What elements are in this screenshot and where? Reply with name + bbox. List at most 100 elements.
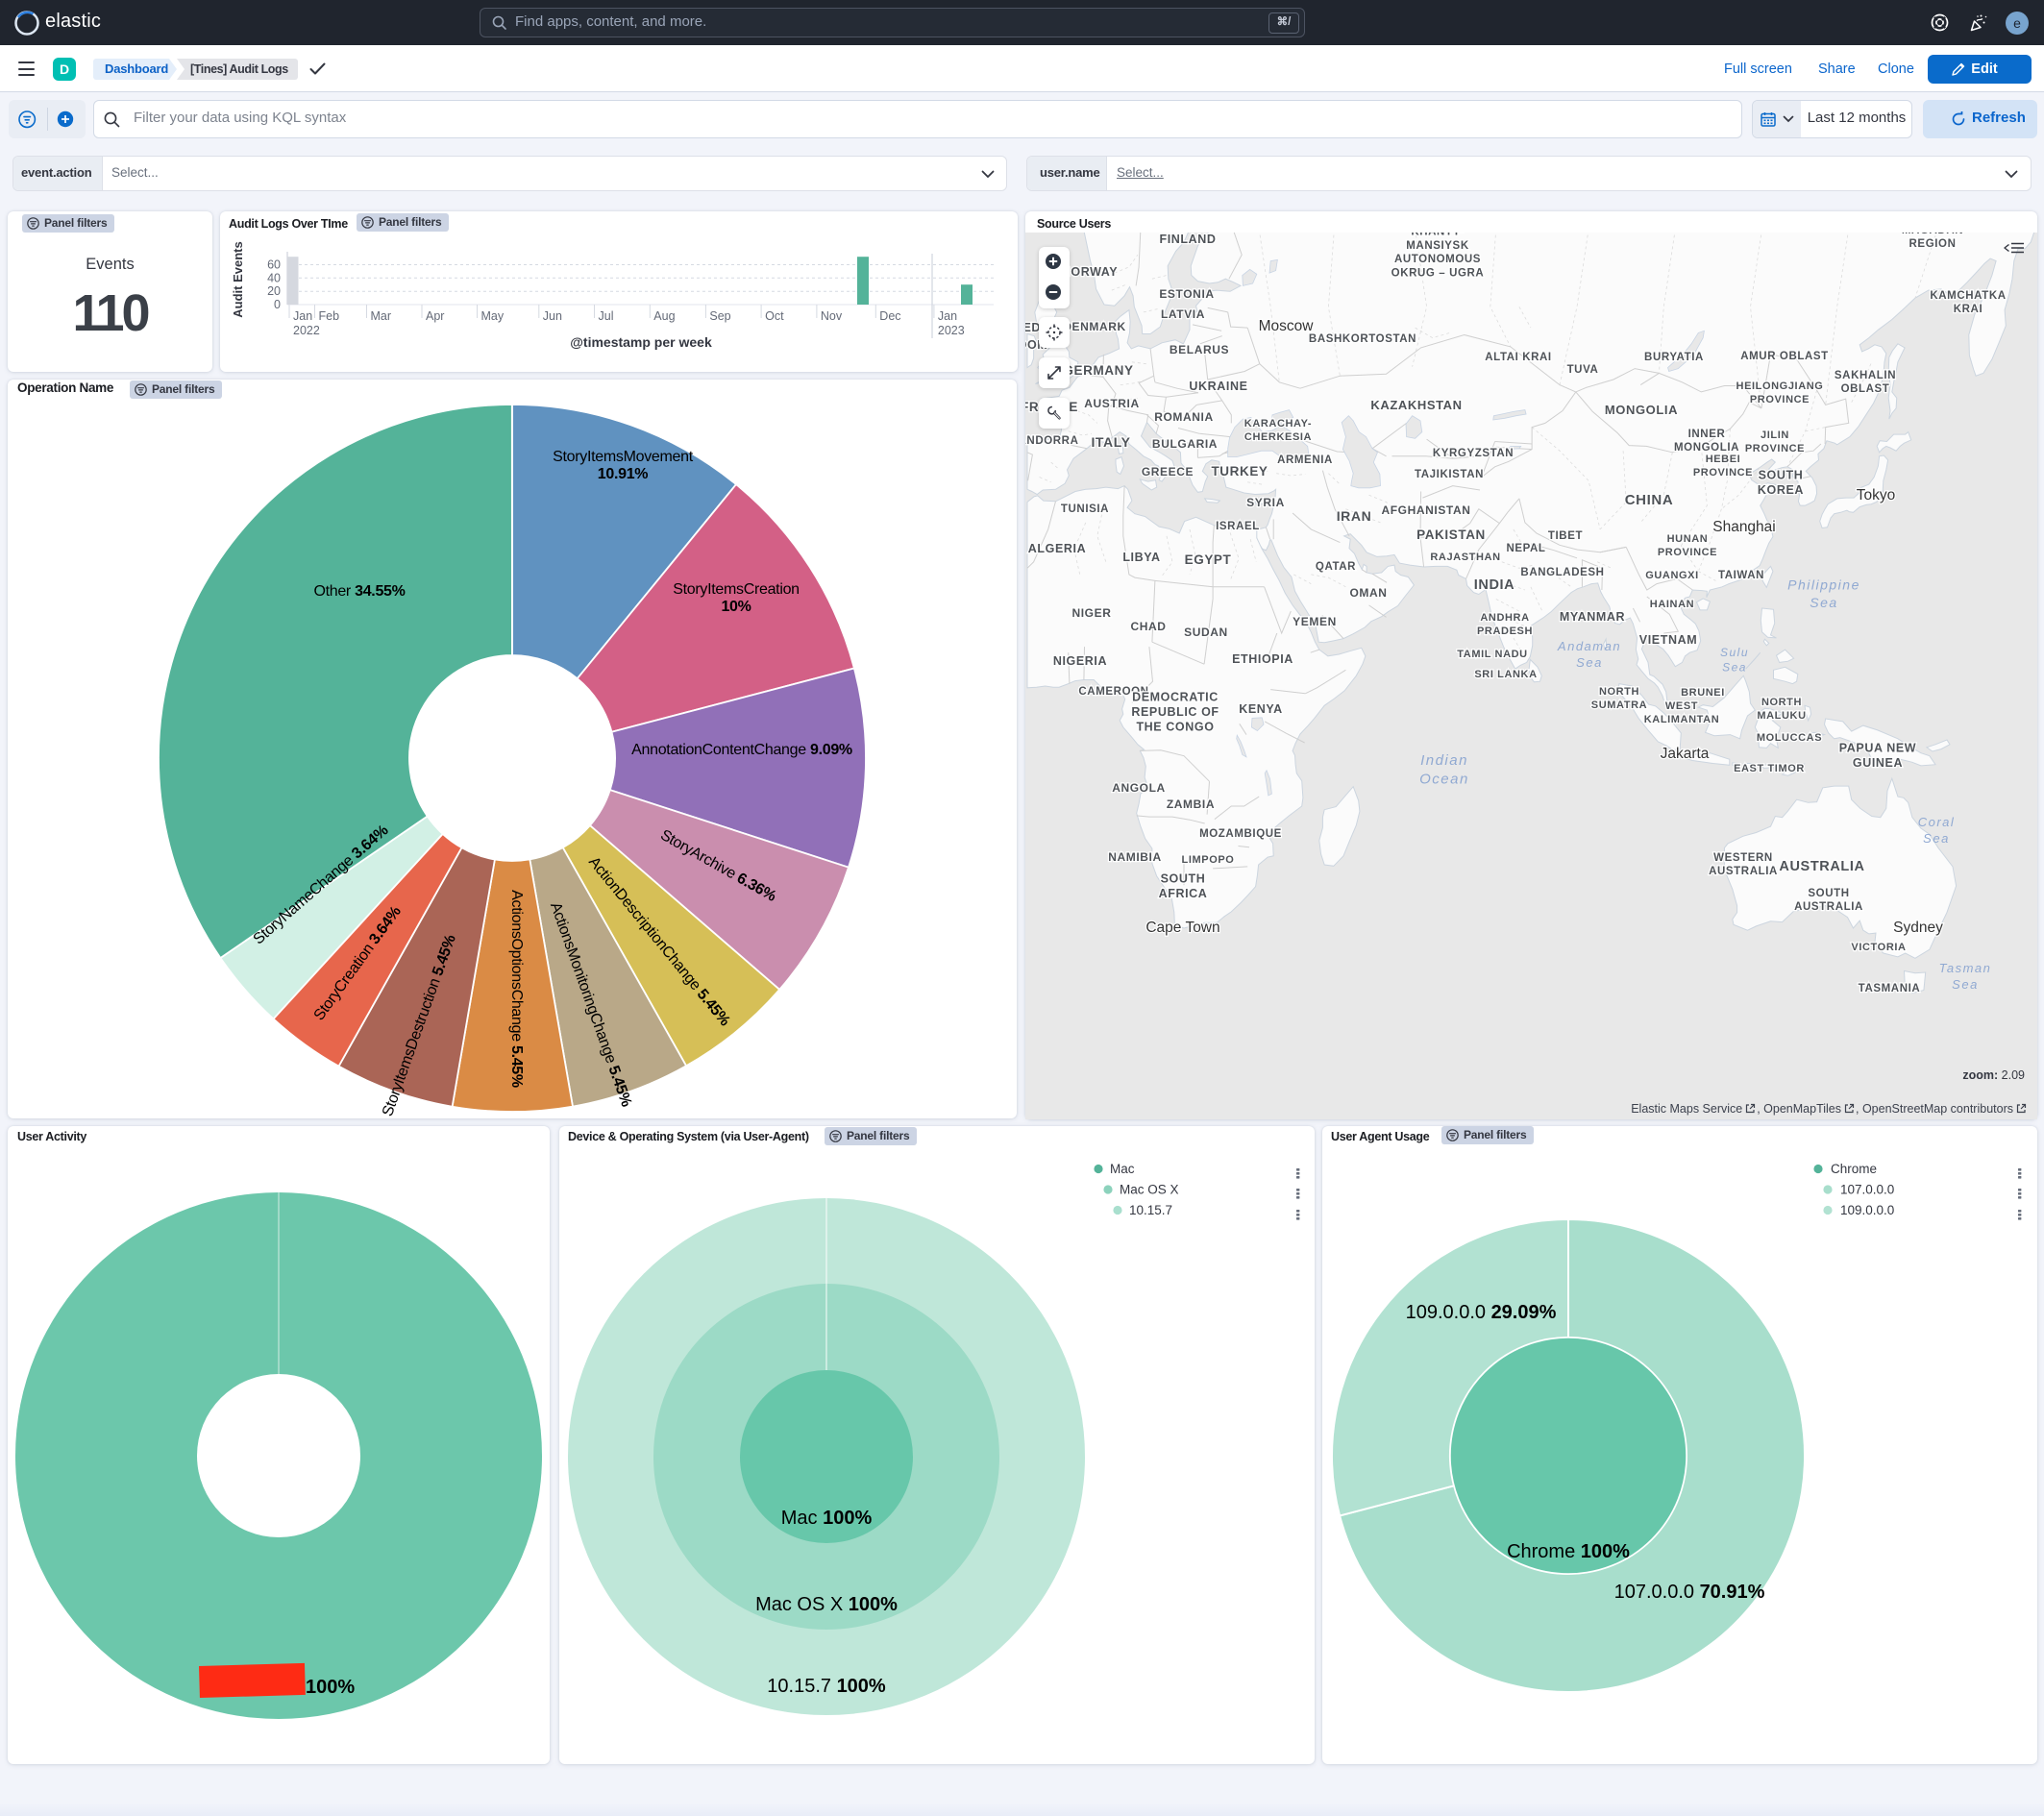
svg-text:OMAN: OMAN (1349, 586, 1387, 600)
svg-text:SOUTHKOREA: SOUTHKOREA (1758, 468, 1804, 497)
svg-text:Dec: Dec (879, 309, 900, 323)
svg-text:Other 34.55%: Other 34.55% (313, 583, 405, 600)
svg-text:Apr: Apr (426, 309, 444, 323)
svg-text:BANGLADESH: BANGLADESH (1520, 567, 1604, 578)
svg-text:@timestamp per week: @timestamp per week (570, 334, 712, 350)
svg-text:SOUTHAFRICA: SOUTHAFRICA (1159, 871, 1208, 900)
svg-text:AMUR OBLAST: AMUR OBLAST (1740, 351, 1829, 362)
svg-text:DEMOCRATICREPUBLIC OFTHE CONGO: DEMOCRATICREPUBLIC OFTHE CONGO (1131, 691, 1219, 734)
svg-text:BULGARIA: BULGARIA (1152, 437, 1218, 451)
svg-text:LATVIA: LATVIA (1161, 307, 1205, 321)
svg-text:GREECE: GREECE (1142, 465, 1194, 479)
svg-text:KENYA: KENYA (1239, 702, 1283, 716)
svg-text:Mac OS X 100%: Mac OS X 100% (755, 1594, 898, 1615)
svg-text:CHAD: CHAD (1130, 620, 1166, 633)
svg-text:TUVA: TUVA (1567, 364, 1599, 376)
svg-text:NEPAL: NEPAL (1506, 543, 1545, 554)
svg-text:Tokyo: Tokyo (1857, 487, 1896, 503)
svg-text:BURYATIA: BURYATIA (1644, 352, 1704, 363)
svg-text:BELARUS: BELARUS (1170, 343, 1229, 356)
svg-text:AFGHANISTAN: AFGHANISTAN (1381, 503, 1470, 517)
svg-text:Mar: Mar (371, 309, 392, 323)
svg-text:ESTONIA: ESTONIA (1159, 287, 1214, 301)
svg-text:MOLUCCAS: MOLUCCAS (1757, 732, 1822, 744)
svg-text:ARMENIA: ARMENIA (1277, 454, 1333, 466)
svg-text:LIMPOPO: LIMPOPO (1182, 854, 1235, 866)
svg-text:10.15.7 100%: 10.15.7 100% (767, 1676, 886, 1697)
svg-text:40: 40 (267, 271, 281, 284)
svg-text:UKRAINE: UKRAINE (1189, 380, 1247, 393)
svg-text:SuluSea: SuluSea (1720, 646, 1749, 675)
svg-text:AUSTRIA: AUSTRIA (1084, 397, 1140, 410)
svg-text:ROMANIA: ROMANIA (1154, 410, 1214, 424)
svg-text:DENMARK: DENMARK (1063, 320, 1126, 333)
svg-text:AnnotationContentChange 9.09%: AnnotationContentChange 9.09% (631, 742, 852, 758)
svg-text:GUANGXI: GUANGXI (1645, 570, 1699, 581)
svg-text:100%: 100% (306, 1677, 355, 1698)
svg-text:VIETNAM: VIETNAM (1639, 633, 1697, 647)
svg-text:Jan: Jan (938, 309, 957, 323)
svg-text:TUNISIA: TUNISIA (1061, 503, 1109, 515)
svg-text:BRUNEI: BRUNEI (1681, 687, 1725, 699)
svg-text:ALGERIA: ALGERIA (1028, 542, 1086, 555)
svg-text:EGYPT: EGYPT (1185, 552, 1232, 567)
svg-text:Cape Town: Cape Town (1145, 920, 1219, 936)
svg-text:CHINA: CHINA (1625, 492, 1674, 508)
svg-text:zoom: 2.09: zoom: 2.09 (1962, 1068, 2025, 1082)
svg-text:BASHKORTOSTAN: BASHKORTOSTAN (1309, 333, 1416, 345)
svg-text:MONGOLIA: MONGOLIA (1605, 403, 1678, 417)
svg-text:109.0.0.0: 109.0.0.0 (1840, 1203, 1894, 1217)
svg-text:Chrome 100%: Chrome 100% (1507, 1541, 1630, 1562)
svg-text:PAKISTAN: PAKISTAN (1416, 528, 1486, 542)
svg-text:AUSTRALIA: AUSTRALIA (1779, 859, 1864, 874)
svg-text:YEMEN: YEMEN (1293, 615, 1337, 628)
svg-text:ANDORRA: ANDORRA (1025, 435, 1078, 447)
svg-text:KAZAKHSTAN: KAZAKHSTAN (1370, 398, 1462, 412)
svg-text:KOMI: KOMI (1337, 218, 1367, 230)
svg-text:Oct: Oct (765, 309, 784, 323)
svg-text:Jul: Jul (599, 309, 614, 323)
svg-text:Feb: Feb (319, 309, 340, 323)
svg-text:Shanghai: Shanghai (1712, 519, 1776, 535)
svg-text:ANDHRAPRADESH: ANDHRAPRADESH (1477, 612, 1533, 637)
svg-text:FINLAND: FINLAND (1159, 233, 1216, 246)
svg-text:NAMIBIA: NAMIBIA (1108, 850, 1162, 864)
svg-text:NIGER: NIGER (1071, 606, 1111, 620)
svg-text:TAMIL NADU: TAMIL NADU (1457, 649, 1527, 660)
svg-text:MYANMAR: MYANMAR (1560, 610, 1625, 624)
svg-text:Jun: Jun (543, 309, 562, 323)
svg-text:LIBYA: LIBYA (1122, 551, 1160, 564)
svg-text:Mac: Mac (1110, 1162, 1135, 1176)
svg-text:Chrome: Chrome (1831, 1162, 1877, 1176)
svg-text:NORWAY: NORWAY (1062, 265, 1119, 279)
svg-text:Mac 100%: Mac 100% (781, 1508, 873, 1529)
svg-text:NORTHMALUKU: NORTHMALUKU (1757, 697, 1806, 722)
svg-text:QATAR: QATAR (1316, 561, 1356, 573)
svg-text:ETHIOPIA: ETHIOPIA (1232, 652, 1293, 666)
svg-text:0: 0 (274, 298, 281, 311)
svg-text:2023: 2023 (938, 324, 965, 337)
svg-text:Aug: Aug (653, 309, 675, 323)
svg-text:Nov: Nov (821, 309, 843, 323)
svg-text:NORTHSUMATRA: NORTHSUMATRA (1591, 686, 1647, 711)
svg-text:2022: 2022 (293, 324, 320, 337)
svg-text:TIBET: TIBET (1548, 530, 1583, 542)
svg-text:Audit Events: Audit Events (231, 241, 245, 317)
svg-text:HAINAN: HAINAN (1650, 599, 1694, 610)
svg-text:Mac OS X: Mac OS X (1120, 1183, 1179, 1197)
svg-text:EAST TIMOR: EAST TIMOR (1734, 763, 1805, 774)
svg-text:Sydney: Sydney (1893, 920, 1943, 936)
svg-text:INDIA: INDIA (1474, 577, 1515, 593)
svg-text:SUDAN: SUDAN (1184, 626, 1228, 639)
svg-text:SRI LANKA: SRI LANKA (1474, 669, 1537, 680)
svg-text:SYRIA: SYRIA (1246, 496, 1285, 509)
svg-text:TASMANIA: TASMANIA (1859, 983, 1921, 994)
svg-text:TAJIKISTAN: TAJIKISTAN (1415, 469, 1484, 480)
svg-text:Moscow: Moscow (1259, 318, 1315, 334)
svg-text:ActionsOptionsChange 5.45%: ActionsOptionsChange 5.45% (508, 890, 525, 1088)
svg-text:ISRAEL: ISRAEL (1216, 521, 1260, 532)
svg-text:ITALY: ITALY (1091, 434, 1130, 450)
svg-text:KYRGYZSTAN: KYRGYZSTAN (1433, 448, 1514, 459)
svg-text:GERMANY: GERMANY (1063, 363, 1133, 378)
svg-text:60: 60 (267, 258, 281, 272)
